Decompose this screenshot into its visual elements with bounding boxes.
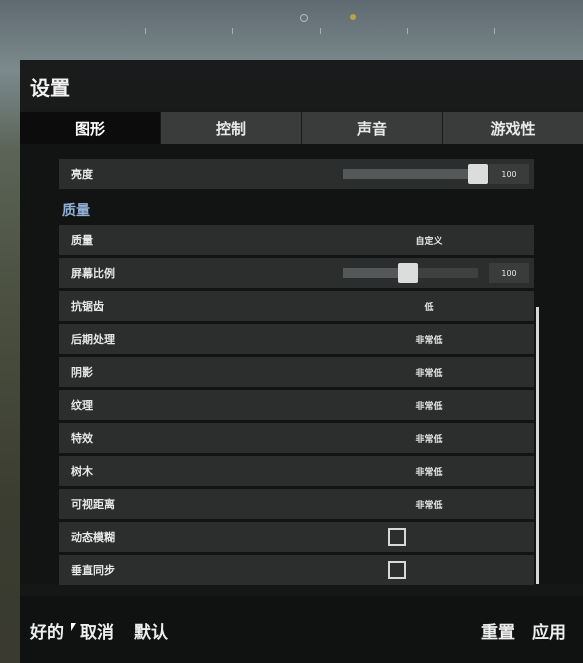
setting-row-textures[interactable]: 纹理 非常低	[59, 390, 534, 420]
setting-row-post-processing[interactable]: 后期处理 非常低	[59, 324, 534, 354]
tab-controls[interactable]: 控制	[161, 112, 302, 144]
default-button[interactable]: 默认	[134, 618, 168, 643]
apply-button[interactable]: 应用	[532, 618, 566, 643]
vsync-checkbox[interactable]	[388, 561, 406, 579]
setting-value[interactable]: 非常低	[399, 465, 459, 478]
setting-label: 屏幕比例	[71, 267, 115, 280]
brightness-slider[interactable]	[343, 164, 488, 184]
setting-row-shadows[interactable]: 阴影 非常低	[59, 357, 534, 387]
setting-label: 抗锯齿	[71, 300, 104, 313]
tab-audio[interactable]: 声音	[302, 112, 443, 144]
slider-thumb[interactable]	[398, 263, 418, 283]
mouse-cursor-icon	[71, 623, 76, 631]
waypoint-marker-icon	[350, 14, 356, 20]
reset-button[interactable]: 重置	[481, 618, 515, 643]
section-heading-quality: 质量	[62, 203, 90, 219]
compass-tick	[145, 28, 146, 34]
setting-value[interactable]: 自定义	[399, 234, 459, 247]
settings-scrollbar[interactable]	[536, 307, 539, 584]
setting-row-quality[interactable]: 质量 自定义	[59, 225, 534, 255]
brightness-value[interactable]: 100	[489, 164, 529, 184]
setting-row-view-distance[interactable]: 可视距离 非常低	[59, 489, 534, 519]
compass-bar	[0, 0, 583, 60]
setting-value[interactable]: 非常低	[399, 366, 459, 379]
setting-value[interactable]: 低	[399, 300, 459, 313]
setting-label: 亮度	[71, 168, 93, 181]
setting-label: 阴影	[71, 366, 93, 379]
setting-value[interactable]: 非常低	[399, 498, 459, 511]
setting-row-foliage[interactable]: 树木 非常低	[59, 456, 534, 486]
compass-tick	[494, 28, 495, 34]
slider-fill	[343, 169, 478, 179]
setting-row-effects[interactable]: 特效 非常低	[59, 423, 534, 453]
setting-row-motion-blur: 动态模糊	[59, 522, 534, 552]
setting-value[interactable]: 非常低	[399, 333, 459, 346]
settings-tabs: 图形 控制 声音 游戏性	[20, 112, 583, 144]
page-title: 设置	[30, 76, 70, 100]
tab-graphics[interactable]: 图形	[20, 112, 161, 144]
setting-label: 动态模糊	[71, 531, 115, 544]
cancel-button[interactable]: 取消	[80, 618, 114, 643]
setting-label: 可视距离	[71, 498, 115, 511]
motion-blur-checkbox[interactable]	[388, 528, 406, 546]
setting-label: 后期处理	[71, 333, 115, 346]
compass-marker-icon	[300, 14, 308, 22]
setting-row-screen-scale: 屏幕比例 100	[59, 258, 534, 288]
setting-label: 树木	[71, 465, 93, 478]
compass-tick	[407, 28, 408, 34]
setting-label: 特效	[71, 432, 93, 445]
slider-thumb[interactable]	[468, 164, 488, 184]
compass-tick	[232, 28, 233, 34]
setting-label: 质量	[71, 234, 93, 247]
setting-row-vsync: 垂直同步	[59, 555, 534, 585]
screen-scale-value[interactable]: 100	[489, 263, 529, 283]
setting-row-antialiasing[interactable]: 抗锯齿 低	[59, 291, 534, 321]
setting-value[interactable]: 非常低	[399, 432, 459, 445]
setting-label: 垂直同步	[71, 564, 115, 577]
setting-value[interactable]: 非常低	[399, 399, 459, 412]
compass-tick	[320, 28, 321, 34]
setting-row-brightness: 亮度 100	[59, 159, 534, 189]
tab-gameplay[interactable]: 游戏性	[443, 112, 583, 144]
screen-scale-slider[interactable]	[343, 263, 478, 283]
ok-button[interactable]: 好的	[30, 618, 64, 643]
setting-label: 纹理	[71, 399, 93, 412]
